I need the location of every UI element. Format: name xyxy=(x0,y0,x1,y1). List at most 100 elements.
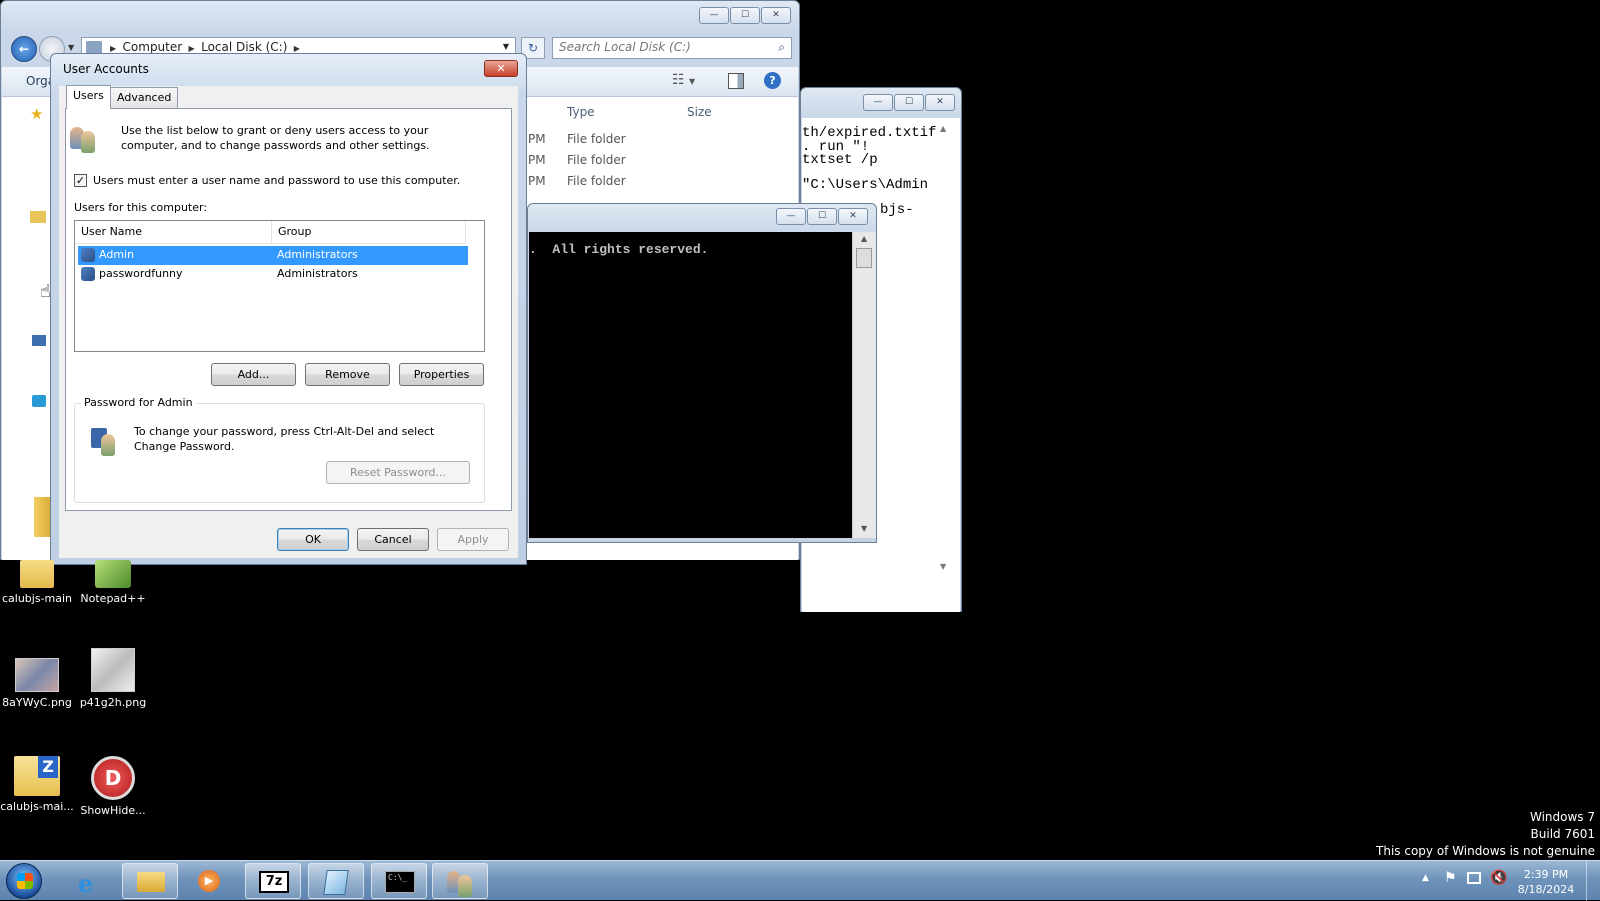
favorites-star-icon: ★ xyxy=(30,105,44,123)
tab-advanced[interactable]: Advanced xyxy=(110,87,179,108)
intro-text: Use the list below to grant or deny user… xyxy=(121,124,430,152)
user-name: Admin xyxy=(99,248,135,261)
column-header-group[interactable]: Group xyxy=(272,221,466,244)
user-group: Administrators xyxy=(277,248,358,261)
tab-users[interactable]: Users xyxy=(66,85,111,109)
cmd-window[interactable]: — ☐ ✕ . All rights reserved. ▲ ▼ xyxy=(527,203,877,543)
back-button[interactable]: ← xyxy=(11,36,37,62)
maximize-button[interactable]: ☐ xyxy=(807,208,837,225)
require-password-checkbox[interactable]: ✓ xyxy=(74,174,87,187)
minimize-button[interactable]: — xyxy=(776,208,806,225)
search-input[interactable]: Search Local Disk (C:) ⌕ xyxy=(552,37,792,59)
taskbar-internet-explorer[interactable]: e xyxy=(62,863,118,899)
change-view-icon[interactable]: ☷ ▼ xyxy=(672,72,695,88)
maximize-button[interactable]: ☐ xyxy=(730,7,760,24)
users-list-label: Users for this computer: xyxy=(74,201,208,214)
clock-date: 8/18/2024 xyxy=(1517,883,1575,896)
user-icon xyxy=(81,248,95,262)
users-icon xyxy=(447,869,475,897)
close-button[interactable]: ✕ xyxy=(925,94,955,111)
libraries-icon xyxy=(30,211,46,223)
notepad-icon xyxy=(323,870,349,895)
start-button[interactable] xyxy=(6,863,42,899)
search-icon[interactable]: ⌕ xyxy=(778,40,785,55)
cancel-button[interactable]: Cancel xyxy=(357,528,429,551)
media-player-icon: ▶ xyxy=(198,870,220,892)
list-item[interactable]: passwordfunny Administrators xyxy=(78,265,468,284)
breadcrumb-local-disk[interactable]: Local Disk (C:) xyxy=(201,40,287,54)
image-icon xyxy=(91,648,135,692)
close-button[interactable]: ✕ xyxy=(838,208,868,225)
user-name: passwordfunny xyxy=(99,267,183,280)
reset-password-button[interactable]: Reset Password... xyxy=(326,461,470,484)
list-item[interactable]: Admin Administrators xyxy=(78,246,468,265)
text-line: bjs- xyxy=(880,202,914,218)
console-scrollbar[interactable]: ▲ ▼ xyxy=(852,232,876,538)
file-row[interactable]: PM File folder xyxy=(528,174,626,188)
navigation-pane: ★ xyxy=(8,97,52,560)
windows-logo-icon xyxy=(17,873,33,889)
taskbar-notepad[interactable] xyxy=(308,863,364,899)
ok-button[interactable]: OK xyxy=(277,528,349,551)
desktop-icon-calubjs-main[interactable]: calubjs-main xyxy=(0,560,77,605)
cmd-icon: C:\_ xyxy=(385,871,415,893)
apply-button[interactable]: Apply xyxy=(437,528,509,551)
desktop-icon-showhide[interactable]: D ShowHide... xyxy=(73,756,153,817)
desktop-icon-p41g2h[interactable]: p41g2h.png xyxy=(73,648,153,709)
windows-version-line: Windows 7 xyxy=(1529,810,1595,824)
close-button[interactable]: ✕ xyxy=(484,60,518,77)
user-accounts-dialog[interactable]: User Accounts ✕ Users Advanced Use the l… xyxy=(50,53,527,565)
console-line: . All rights reserved. xyxy=(529,242,709,257)
column-header-type[interactable]: Type xyxy=(567,105,595,119)
file-row[interactable]: PM File folder xyxy=(528,132,626,146)
desktop-icon-calubjs-zip[interactable]: Z calubjs-mai... xyxy=(0,756,77,813)
address-dropdown-icon[interactable]: ▼ xyxy=(503,42,509,51)
dialog-body: Users Advanced Use the list below to gra… xyxy=(59,85,518,558)
file-row[interactable]: PM File folder xyxy=(528,153,626,167)
column-header-size[interactable]: Size xyxy=(687,105,712,119)
text-line: "C:\Users\Admin xyxy=(802,177,929,193)
close-button[interactable]: ✕ xyxy=(761,7,791,24)
column-header-user-name[interactable]: User Name xyxy=(75,221,272,244)
volume-muted-icon[interactable]: 🔇 xyxy=(1490,870,1507,886)
show-desktop-button[interactable] xyxy=(1586,861,1600,901)
folder-icon xyxy=(20,560,54,588)
taskbar: e ▶ 7z C:\_ ▲ ⚑ 🔇 2:39 PM 8/18/2024 xyxy=(0,860,1600,901)
show-hidden-icons-icon[interactable]: ▲ xyxy=(1422,873,1429,883)
taskbar-cmd[interactable]: C:\_ xyxy=(371,863,427,899)
password-group-label: Password for Admin xyxy=(81,396,196,409)
taskbar-media-player[interactable]: ▶ xyxy=(182,863,238,899)
users-icon xyxy=(68,123,98,153)
checkbox-label[interactable]: Users must enter a user name and passwor… xyxy=(93,174,460,187)
network-icon xyxy=(32,395,46,407)
network-icon[interactable] xyxy=(1467,872,1481,884)
taskbar-7zip[interactable]: 7z xyxy=(245,863,301,899)
user-group: Administrators xyxy=(277,267,358,280)
cmd-caption-buttons: — ☐ ✕ xyxy=(776,208,868,225)
desktop-icon-8aywyc[interactable]: 8aYWyC.png xyxy=(0,658,77,709)
maximize-button[interactable]: ☐ xyxy=(894,94,924,111)
recent-pages-dropdown[interactable]: ▼ xyxy=(68,43,74,52)
computer-nav-icon xyxy=(32,335,46,346)
properties-button[interactable]: Properties xyxy=(399,363,484,386)
taskbar-windows-explorer[interactable] xyxy=(122,863,178,899)
console-output[interactable]: . All rights reserved. xyxy=(529,232,852,538)
showhide-icon: D xyxy=(91,756,135,800)
desktop-icon-notepadpp[interactable]: Notepad++ xyxy=(73,560,153,605)
clock[interactable]: 2:39 PM 8/18/2024 xyxy=(1508,867,1584,897)
user-icon xyxy=(81,267,95,281)
remove-user-button[interactable]: Remove xyxy=(305,363,390,386)
action-center-flag-icon[interactable]: ⚑ xyxy=(1444,870,1457,886)
taskbar-user-accounts[interactable] xyxy=(432,863,488,899)
notepad-caption-buttons: — ☐ ✕ xyxy=(863,94,955,111)
minimize-button[interactable]: — xyxy=(699,7,729,24)
add-user-button[interactable]: Add... xyxy=(211,363,296,386)
users-list[interactable]: User Name Group Admin Administrators pas… xyxy=(74,220,485,352)
help-icon[interactable]: ? xyxy=(764,72,781,89)
user-password-icon xyxy=(89,426,119,456)
genuine-notice: This copy of Windows is not genuine xyxy=(1376,844,1595,858)
minimize-button[interactable]: — xyxy=(863,94,893,111)
scrollbar[interactable]: ▲ ▼ xyxy=(940,124,958,574)
preview-pane-icon[interactable] xyxy=(728,73,744,89)
breadcrumb-computer[interactable]: Computer xyxy=(123,40,183,54)
